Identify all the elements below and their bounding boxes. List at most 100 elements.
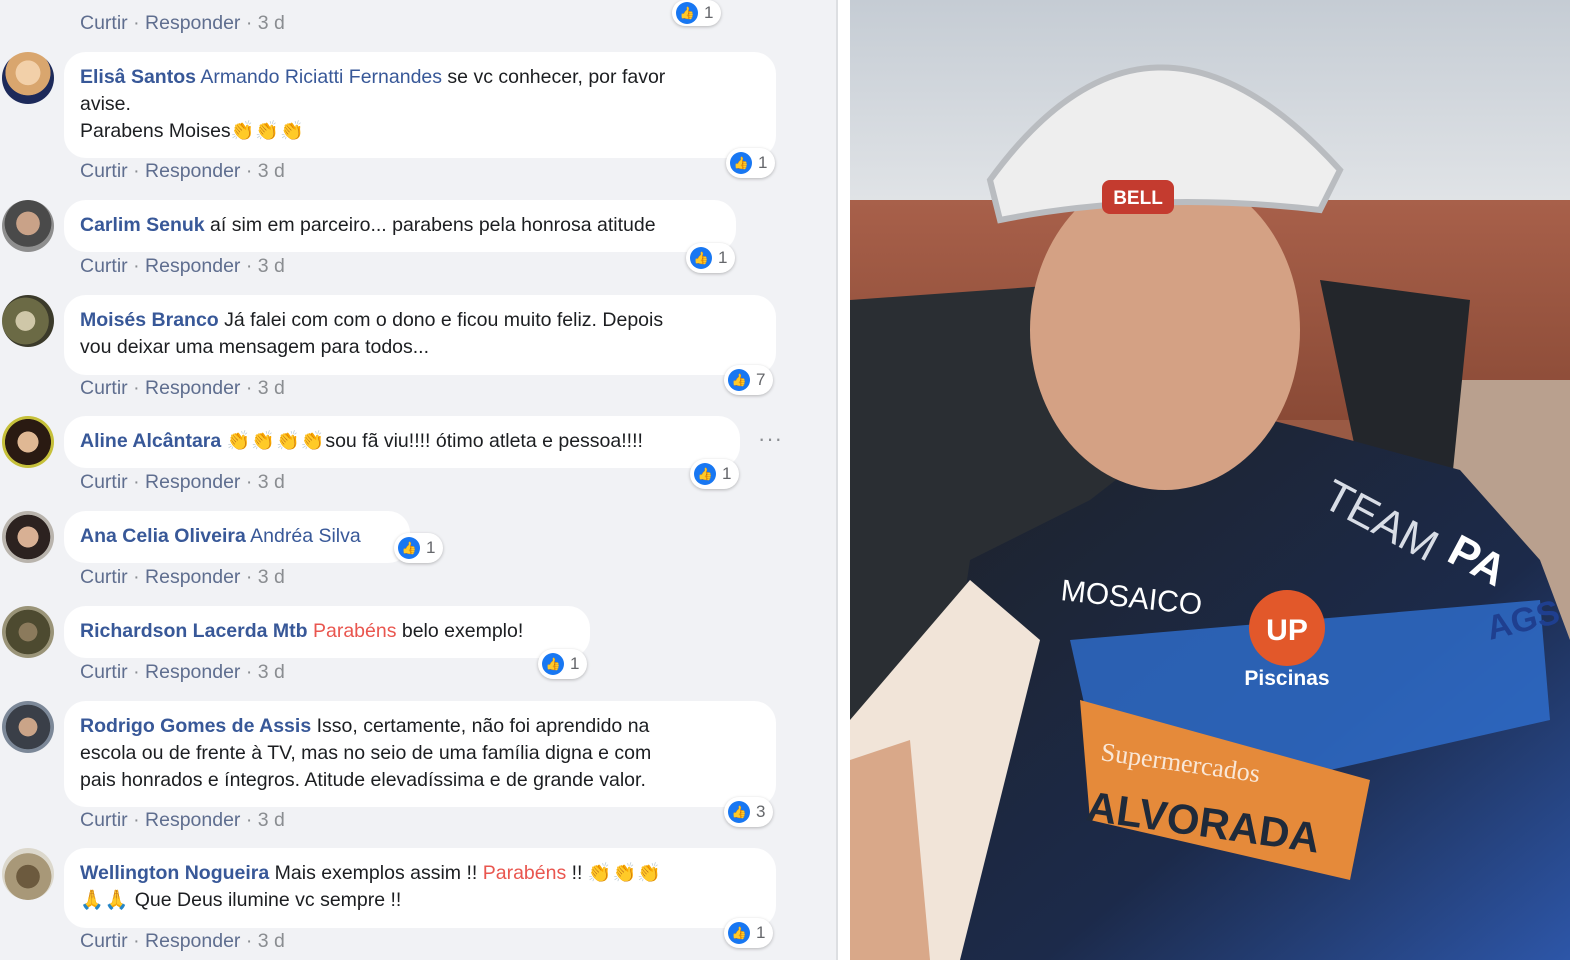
like-link[interactable]: Curtir: [80, 377, 128, 399]
comment-text: pais honrados e íntegros. Atitude elevad…: [80, 769, 646, 791]
comment-text: !!: [566, 862, 588, 884]
like-link[interactable]: Curtir: [80, 566, 128, 588]
timestamp: 3 d: [257, 930, 285, 952]
highlighted-word: Parabéns: [482, 862, 567, 884]
comment-text: Isso, certamente, não foi aprendido na: [311, 715, 650, 737]
cyclist-photo: BELL UP Piscinas ALVORADA Supermercados …: [850, 0, 1570, 960]
like-link[interactable]: Curtir: [80, 160, 128, 182]
tagged-user[interactable]: Andréa Silva: [250, 525, 361, 547]
clap-emoji-icon: 👏👏👏: [230, 121, 305, 142]
comment-text: vou deixar uma mensagem para todos...: [80, 336, 430, 358]
reaction-count[interactable]: 👍 1: [394, 533, 444, 563]
comment-author[interactable]: Richardson Lacerda Mtb: [80, 620, 308, 642]
comment-actions: Curtir · Responder · 3 d: [80, 12, 285, 34]
like-link[interactable]: Curtir: [80, 255, 128, 277]
comment-author[interactable]: Wellington Nogueira: [80, 862, 269, 884]
comment-text: sou fã viu!!!! ótimo atleta e pessoa!!!!: [325, 430, 643, 452]
comment-actions: Curtir · Responder · 3 d: [80, 255, 285, 277]
comment-author[interactable]: Ana Celia Oliveira: [80, 525, 246, 547]
like-icon: 👍: [728, 801, 750, 823]
timestamp: 3 d: [257, 661, 285, 683]
like-icon: 👍: [728, 922, 750, 944]
reply-link[interactable]: Responder: [145, 809, 240, 831]
like-icon: 👍: [542, 653, 564, 675]
like-link[interactable]: Curtir: [80, 471, 128, 493]
avatar[interactable]: [2, 52, 54, 104]
highlighted-word: Parabéns: [312, 620, 397, 642]
timestamp: 3 d: [257, 160, 285, 182]
like-icon: 👍: [730, 152, 752, 174]
comment-author[interactable]: Rodrigo Gomes de Assis: [80, 715, 311, 737]
comment-text: se vc conhecer, por favor: [442, 66, 666, 88]
comment-text: avise.: [80, 93, 131, 115]
reply-link[interactable]: Responder: [145, 12, 240, 34]
comment-actions: Curtir · Responder · 3 d: [80, 471, 285, 493]
comment-bubble: Carlim Senuk aí sim em parceiro... parab…: [64, 200, 736, 252]
comment-author[interactable]: Carlim Senuk: [80, 214, 205, 236]
more-options-icon[interactable]: ···: [758, 426, 783, 452]
comment-bubble: Wellington Nogueira Mais exemplos assim …: [64, 848, 776, 928]
reply-link[interactable]: Responder: [145, 930, 240, 952]
timestamp: 3 d: [257, 377, 285, 399]
comment-actions: Curtir · Responder · 3 d: [80, 930, 285, 952]
comment-text: aí sim em parceiro... parabens pela honr…: [204, 214, 656, 236]
avatar[interactable]: [2, 416, 54, 468]
face: [1030, 170, 1300, 490]
timestamp: 3 d: [257, 471, 285, 493]
clap-emoji-icon: 👏👏👏👏: [226, 431, 326, 452]
reaction-count[interactable]: 👍 1: [726, 148, 776, 178]
comment-actions: Curtir · Responder · 3 d: [80, 809, 285, 831]
clap-emoji-icon: 👏👏👏: [587, 863, 662, 884]
comment-actions: Curtir · Responder · 3 d: [80, 160, 285, 182]
comment-text: Parabens Moises: [80, 120, 231, 142]
reply-link[interactable]: Responder: [145, 661, 240, 683]
avatar[interactable]: [2, 295, 54, 347]
comment-author[interactable]: Elisâ Santos: [80, 66, 196, 88]
avatar[interactable]: [2, 511, 54, 563]
comments-panel: Curtir · Responder · 3 d 👍 1 Elisâ Santos…: [0, 0, 838, 960]
comment-author[interactable]: Aline Alcântara: [80, 430, 221, 452]
reaction-count[interactable]: 👍 1: [686, 243, 736, 273]
like-icon: 👍: [676, 2, 698, 24]
like-link[interactable]: Curtir: [80, 809, 128, 831]
like-icon: 👍: [690, 247, 712, 269]
comment-bubble: Rodrigo Gomes de Assis Isso, certamente,…: [64, 701, 776, 807]
reaction-count[interactable]: 👍 7: [724, 365, 774, 395]
reply-link[interactable]: Responder: [145, 255, 240, 277]
reaction-count[interactable]: 👍 1: [538, 649, 588, 679]
comment-actions: Curtir · Responder · 3 d: [80, 566, 285, 588]
avatar[interactable]: [2, 701, 54, 753]
reply-link[interactable]: Responder: [145, 566, 240, 588]
like-link[interactable]: Curtir: [80, 930, 128, 952]
comment-text: Que Deus ilumine vc sempre !!: [129, 889, 402, 911]
comment-bubble: Moisés Branco Já falei com com o dono e …: [64, 295, 776, 375]
comment-text: Mais exemplos assim !!: [269, 862, 483, 884]
comment-text: escola ou de frente à TV, mas no seio de…: [80, 742, 652, 764]
tagged-user[interactable]: Armando Riciatti Fernandes: [200, 66, 442, 88]
avatar[interactable]: [2, 848, 54, 900]
reply-link[interactable]: Responder: [145, 377, 240, 399]
comment-bubble: Aline Alcântara 👏👏👏👏sou fã viu!!!! ótimo…: [64, 416, 740, 468]
reaction-count[interactable]: 👍 1: [724, 918, 774, 948]
reply-link[interactable]: Responder: [145, 471, 240, 493]
avatar[interactable]: [2, 606, 54, 658]
avatar[interactable]: [2, 200, 54, 252]
timestamp: 3 d: [257, 809, 285, 831]
timestamp: 3 d: [257, 12, 285, 34]
timestamp: 3 d: [257, 255, 285, 277]
timestamp: 3 d: [257, 566, 285, 588]
reaction-count[interactable]: 👍 3: [724, 797, 774, 827]
helmet-brand: BELL: [1113, 188, 1163, 209]
comment-bubble: Elisâ Santos Armando Riciatti Fernandes …: [64, 52, 776, 158]
up-logo-text: UP: [1266, 614, 1308, 647]
reply-link[interactable]: Responder: [145, 160, 240, 182]
reaction-count[interactable]: 👍 1: [690, 459, 740, 489]
like-link[interactable]: Curtir: [80, 12, 128, 34]
reaction-count[interactable]: 👍 1: [672, 0, 722, 26]
like-icon: 👍: [728, 369, 750, 391]
like-icon: 👍: [694, 463, 716, 485]
like-link[interactable]: Curtir: [80, 661, 128, 683]
comment-actions: Curtir · Responder · 3 d: [80, 661, 285, 683]
comment-bubble: Ana Celia Oliveira Andréa Silva: [64, 511, 410, 563]
comment-author[interactable]: Moisés Branco: [80, 309, 219, 331]
